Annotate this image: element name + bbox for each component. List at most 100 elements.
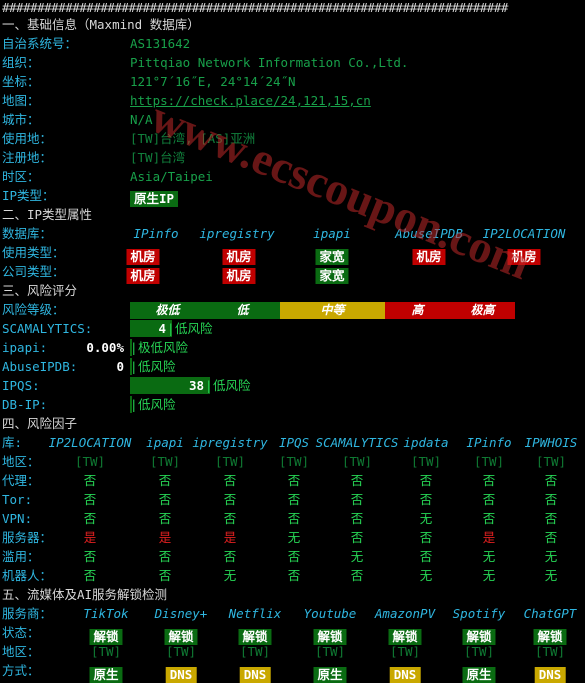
method-spotify: 原生 (462, 662, 496, 683)
risk-seg-very-low: 极低 (130, 302, 205, 319)
factor-vpn-ip2location: 否 (83, 511, 97, 526)
factor-vpn-ipqs: 否 (287, 511, 301, 526)
row-streaming-region: 地区： [TW] [TW] [TW] [TW] [TW] [TW] [TW] (2, 642, 583, 661)
factor-vpn-ipwhois: 否 (544, 511, 558, 526)
row-org: 组织： Pittqiao Network Information Co.,Ltd. (2, 53, 583, 72)
risk-seg-high: 高 (385, 302, 450, 319)
score-pipe-ipapi: | (130, 340, 138, 355)
value-timezone: Asia/Taipei (130, 169, 213, 184)
row-usage-type: 使用类型： 机房 机房 家宽 机房 机房 (2, 243, 585, 265)
method-disneyplus: DNS (165, 662, 197, 683)
factor-region-ipqs: [TW] (278, 454, 310, 469)
factor-server-scamalytics: 否 (350, 530, 364, 545)
company-ipinfo-badge: 机房 (126, 268, 160, 284)
company-ipapi-badge: 家宽 (315, 268, 349, 284)
value-asn: AS131642 (130, 36, 191, 51)
label-scamalytics: SCAMALYTICS: (2, 321, 93, 336)
factor-tor-ip2location: 否 (83, 492, 97, 507)
company-ipapi: 家宽 (315, 263, 349, 284)
row-streaming-providers: 服务商： TikTok Disney+ Netflix Youtube Amaz… (2, 604, 583, 623)
factor-abuse-ipqs: 否 (287, 549, 301, 564)
streaming-col-youtube: Youtube (303, 606, 357, 621)
factor-vpn-cols: 否 否 否 否 否 无 否 否 (2, 509, 585, 528)
row-score-dbip: DB-IP: | 低风险 (2, 395, 583, 414)
row-iptype-db-headers: 数据库： IPinfo ipregistry ipapi AbuseIPDB I… (2, 224, 583, 243)
method-youtube-badge: 原生 (313, 667, 347, 683)
score-verdict-scamalytics: 低风险 (175, 321, 213, 336)
row-timezone: 时区： Asia/Taipei (2, 167, 583, 186)
region-youtube: [TW] (314, 644, 346, 659)
row-score-abuseipdb: AbuseIPDB: 0 | 低风险 (2, 357, 583, 376)
section-title-basic: 一、基础信息（Maxmind 数据库） (2, 17, 200, 32)
streaming-col-tiktok: TikTok (83, 606, 129, 621)
score-value-abuseipdb: 0 (116, 359, 124, 374)
streaming-method-cols: 原生 DNS DNS 原生 DNS 原生 DNS (2, 661, 585, 683)
method-netflix: DNS (239, 662, 271, 683)
usage-type-cols: 机房 机房 家宽 机房 机房 (2, 243, 585, 265)
terminal-screen: ########################################… (0, 0, 585, 683)
company-ipregistry: 机房 (222, 263, 256, 284)
method-disneyplus-badge: DNS (165, 667, 197, 683)
row-factor-proxy: 代理： 否 否 否 否 否 否 否 否 (2, 471, 583, 490)
factor-tor-ipqs: 否 (287, 492, 301, 507)
row-factor-tor: Tor: 否 否 否 否 否 否 否 否 (2, 490, 583, 509)
method-tiktok: 原生 (89, 662, 123, 683)
col-header-ipinfo: IPinfo (133, 226, 179, 241)
factor-proxy-ip2location: 否 (83, 473, 97, 488)
score-value-scamalytics: 4 (158, 321, 166, 336)
row-streaming-method: 方式： 原生 DNS DNS 原生 DNS 原生 DNS (2, 661, 585, 683)
row-factor-vpn: VPN: 否 否 否 否 否 无 否 否 (2, 509, 583, 528)
label-ip-type: IP类型： (2, 188, 55, 203)
row-score-ipapi: ipapi: 0.00% | 极低风险 (2, 338, 583, 357)
factor-tor-scamalytics: 否 (350, 492, 364, 507)
row-city: 城市： N/A (2, 110, 583, 129)
label-ipapi: ipapi: (2, 340, 48, 355)
factor-tor-cols: 否 否 否 否 否 否 否 否 (2, 490, 585, 509)
map-link[interactable]: https://check.place/24,121,15,cn (130, 93, 371, 108)
row-risk-level: 风险等级： 极低 低 中等 高 极高 (2, 300, 583, 319)
factors-header-cols: IP2LOCATION ipapi ipregistry IPQS SCAMAL… (2, 433, 585, 452)
factor-region-ipregistry: [TW] (214, 454, 246, 469)
row-ip-type: IP类型： 原生IP (2, 186, 583, 207)
factor-server-ipinfo: 是 (482, 530, 496, 545)
region-amazonpv: [TW] (389, 644, 421, 659)
label-coords: 坐标： (2, 74, 40, 89)
risk-level-scale: 极低 低 中等 高 极高 (130, 302, 515, 319)
score-verdict-ipapi: 极低风险 (138, 340, 189, 355)
factor-server-ipqs: 无 (287, 530, 301, 545)
factor-vpn-ipregistry: 否 (223, 511, 237, 526)
factor-vpn-ipinfo: 否 (482, 511, 496, 526)
factor-region-ipwhois: [TW] (535, 454, 567, 469)
score-value-ipqs: 38 (188, 378, 204, 393)
factor-tor-ipinfo: 否 (482, 492, 496, 507)
streaming-provider-cols: TikTok Disney+ Netflix Youtube AmazonPV … (2, 604, 585, 623)
method-tiktok-badge: 原生 (89, 667, 123, 683)
factor-vpn-scamalytics: 否 (350, 511, 364, 526)
row-registered-location: 注册地： [TW]台湾 (2, 148, 583, 167)
streaming-status-cols: 解锁 解锁 解锁 解锁 解锁 解锁 解锁 (2, 623, 585, 645)
factor-abuse-scamalytics: 无 (350, 549, 364, 564)
factor-proxy-ipwhois: 否 (544, 473, 558, 488)
row-asn: 自治系统号： AS131642 (2, 34, 583, 53)
col-header-ip2location: IP2LOCATION (482, 226, 566, 241)
factor-region-scamalytics: [TW] (341, 454, 373, 469)
factor-proxy-ipregistry: 否 (223, 473, 237, 488)
region-tiktok: [TW] (90, 644, 122, 659)
row-company-type: 公司类型： 机房 机房 家宽 (2, 262, 583, 284)
score-verdict-ipqs: 低风险 (213, 378, 251, 393)
factor-vpn-ipapi: 否 (158, 511, 172, 526)
col-header-ipapi: ipapi (313, 226, 351, 241)
value-usage-location: [TW]台湾, [AS]亚洲 (130, 131, 256, 146)
section-title-streaming: 五、流媒体及AI服务解锁检测 (2, 587, 168, 602)
method-spotify-badge: 原生 (462, 667, 496, 683)
factor-col-ipregistry: ipregistry (192, 435, 268, 450)
factor-abuse-ipapi: 否 (158, 549, 172, 564)
factor-region-ipapi: [TW] (149, 454, 181, 469)
score-value-ipapi: 0.00% (86, 340, 124, 355)
factor-server-ipwhois: 否 (544, 530, 558, 545)
label-map: 地图： (2, 93, 40, 108)
factor-server-ipdata: 否 (419, 530, 433, 545)
factor-region-ipdata: [TW] (410, 454, 442, 469)
factor-server-ipregistry: 是 (223, 530, 237, 545)
label-dbip: DB-IP: (2, 397, 48, 412)
